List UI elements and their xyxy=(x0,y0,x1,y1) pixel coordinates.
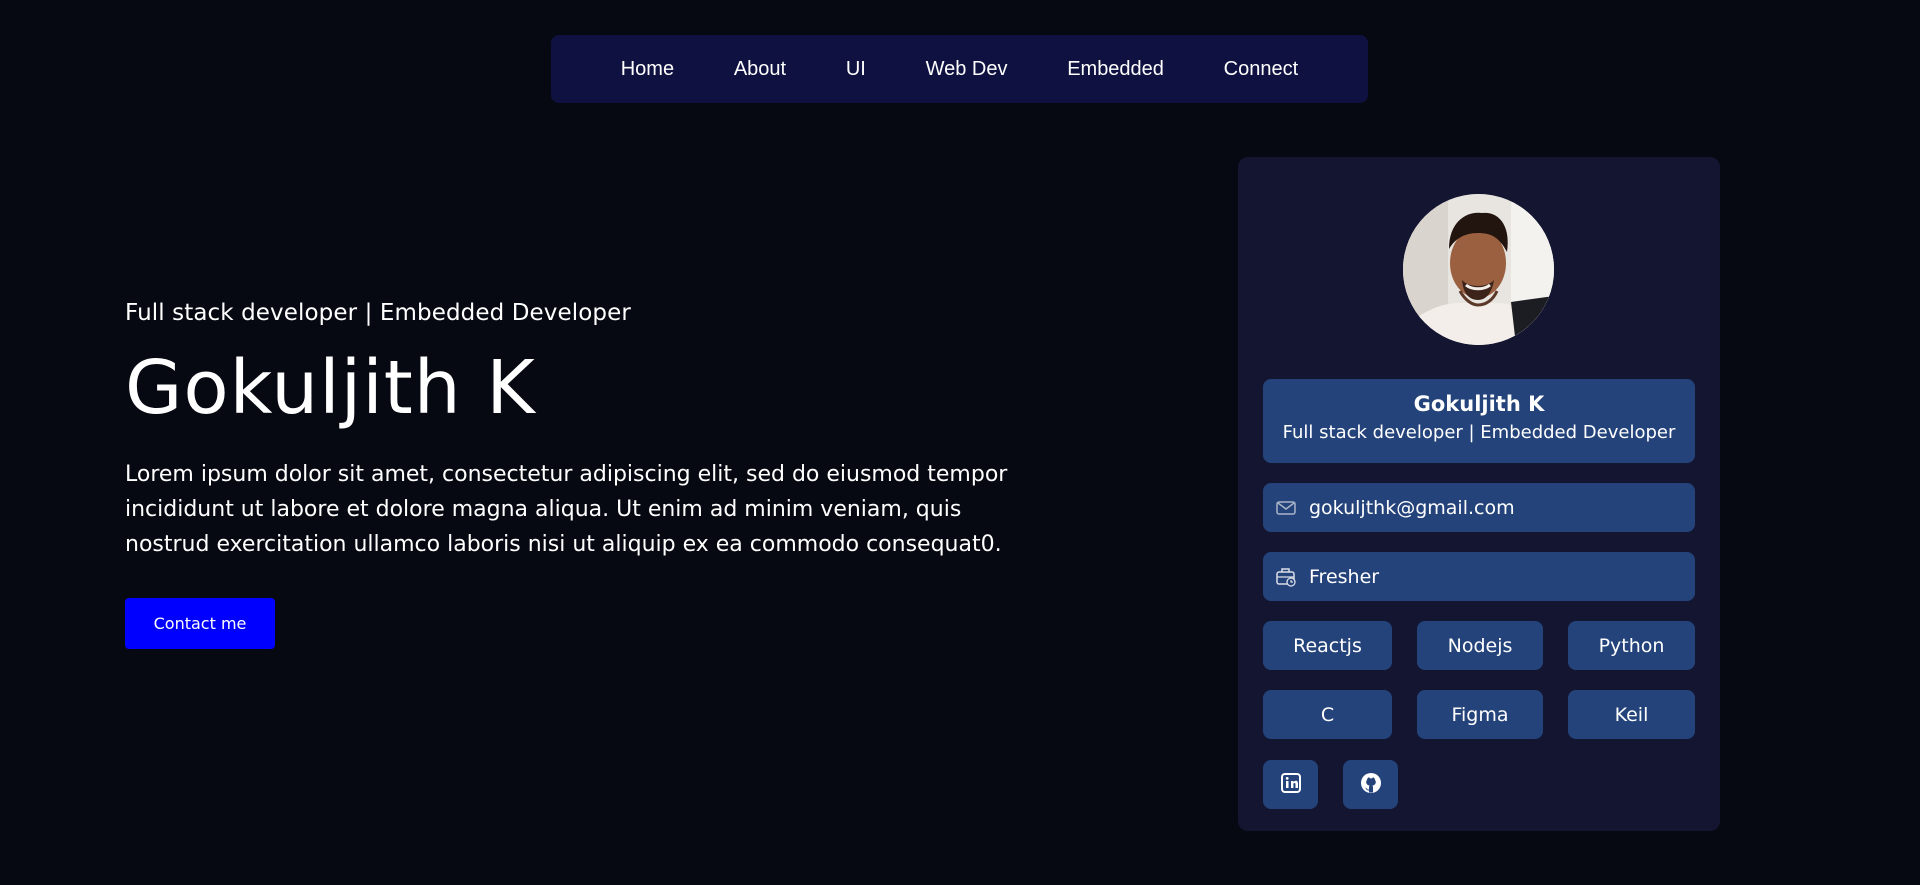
top-navigation: Home About UI Web Dev Embedded Connect xyxy=(551,35,1368,103)
contact-me-button[interactable]: Contact me xyxy=(125,598,275,650)
skill-figma[interactable]: Figma xyxy=(1417,690,1543,739)
hero-name: Gokuljith K xyxy=(125,345,536,431)
skill-python[interactable]: Python xyxy=(1568,621,1695,670)
hero-section: Full stack developer | Embedded Develope… xyxy=(125,300,1045,650)
email-field: gokuljthk@gmail.com xyxy=(1263,483,1695,532)
hero-subtitle: Full stack developer | Embedded Develope… xyxy=(125,300,631,326)
avatar-photo xyxy=(1403,194,1554,345)
nav-connect[interactable]: Connect xyxy=(1224,58,1299,81)
profile-summary: Gokuljith K Full stack developer | Embed… xyxy=(1263,379,1695,463)
nav-about[interactable]: About xyxy=(734,58,786,81)
nav-ui[interactable]: UI xyxy=(846,58,866,81)
briefcase-icon xyxy=(1275,566,1297,588)
profile-name: Gokuljith K xyxy=(1413,392,1545,416)
linkedin-icon xyxy=(1280,772,1301,797)
profile-role: Full stack developer | Embedded Develope… xyxy=(1282,422,1676,443)
status-value: Fresher xyxy=(1309,565,1380,588)
email-value: gokuljthk@gmail.com xyxy=(1309,496,1515,519)
nav-embedded[interactable]: Embedded xyxy=(1067,58,1164,81)
mail-icon xyxy=(1275,497,1297,519)
linkedin-button[interactable] xyxy=(1263,760,1318,809)
skill-reactjs[interactable]: Reactjs xyxy=(1263,621,1392,670)
skill-nodejs[interactable]: Nodejs xyxy=(1417,621,1543,670)
profile-card: Gokuljith K Full stack developer | Embed… xyxy=(1238,157,1720,831)
github-button[interactable] xyxy=(1343,760,1398,809)
hero-description: Lorem ipsum dolor sit amet, consectetur … xyxy=(125,462,1008,558)
skill-c[interactable]: C xyxy=(1263,690,1392,739)
skill-keil[interactable]: Keil xyxy=(1568,690,1695,739)
nav-web-dev[interactable]: Web Dev xyxy=(926,58,1008,81)
nav-home[interactable]: Home xyxy=(621,58,674,81)
github-icon xyxy=(1360,772,1382,798)
avatar xyxy=(1403,194,1554,345)
status-field: Fresher xyxy=(1263,552,1695,601)
